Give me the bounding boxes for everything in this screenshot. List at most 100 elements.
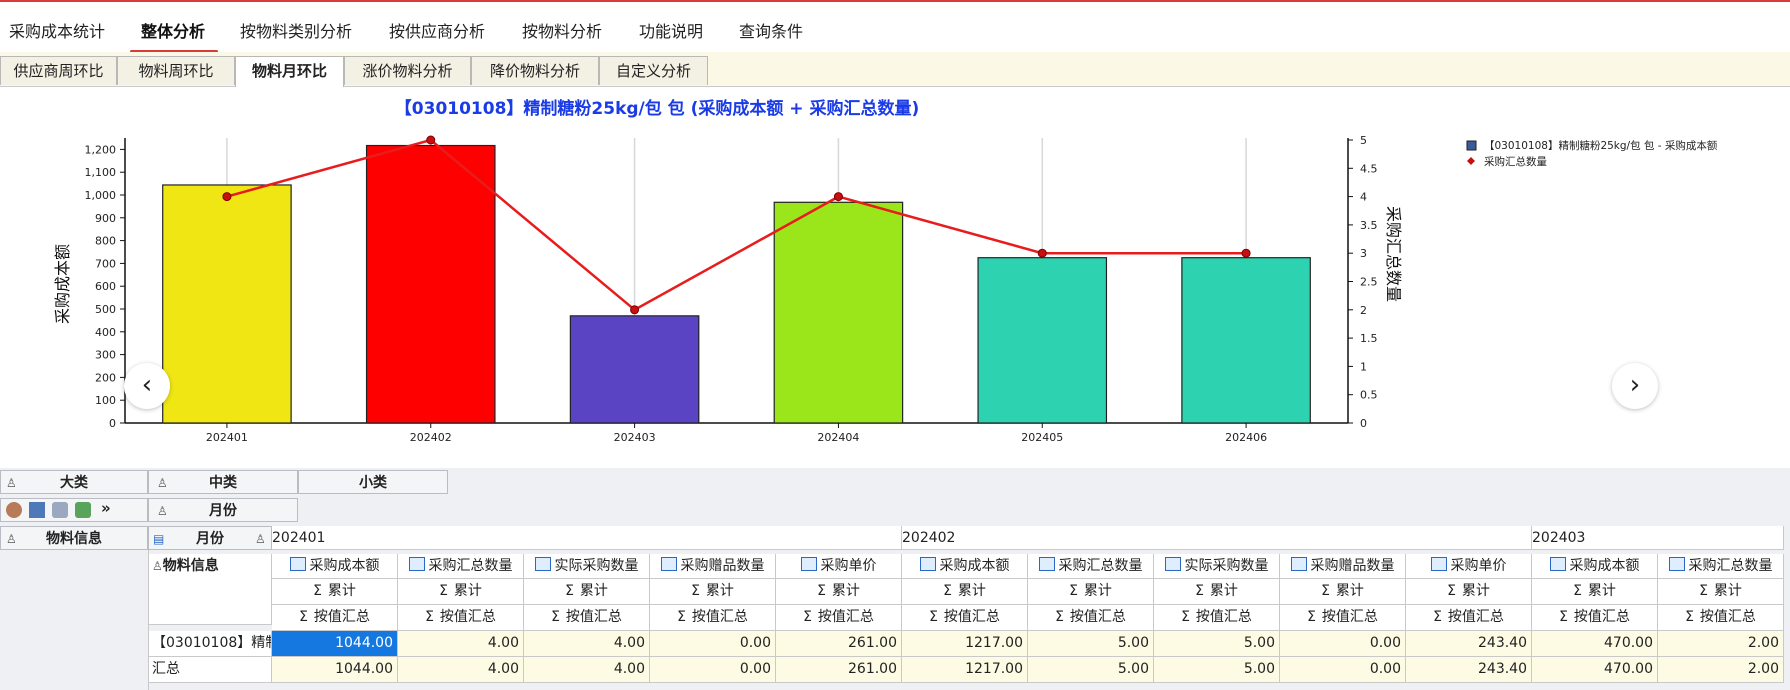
value-cell[interactable]: 5.00 bbox=[1154, 631, 1280, 657]
value-cell[interactable]: 243.40 bbox=[1406, 631, 1532, 657]
agg-label: 累计 bbox=[957, 583, 986, 599]
y2-tick-label: 5 bbox=[1360, 134, 1367, 147]
agg-by-value: Σ 按值汇总 bbox=[1280, 605, 1406, 631]
value-cell[interactable]: 0.00 bbox=[650, 631, 776, 657]
row-field-material[interactable]: ♙ 物料信息 bbox=[0, 526, 148, 550]
legend-swatch-line bbox=[1467, 157, 1475, 165]
tab-by-material[interactable]: 按物料分析 bbox=[522, 18, 602, 42]
value-cell[interactable]: 261.00 bbox=[776, 657, 902, 683]
value-cell-text: 4.00 bbox=[613, 635, 645, 651]
agg-cumulative: Σ 累计 bbox=[776, 579, 902, 605]
measure-icon bbox=[1038, 557, 1055, 571]
value-cell[interactable]: 470.00 bbox=[1532, 657, 1658, 683]
value-cell[interactable]: 2.00 bbox=[1658, 631, 1784, 657]
measure-header[interactable]: 采购赠品数量 bbox=[1280, 554, 1406, 579]
measure-icon bbox=[1164, 557, 1181, 571]
filter-field-minor[interactable]: 小类 bbox=[298, 470, 448, 494]
measure-header[interactable]: 采购成本额 bbox=[272, 554, 398, 579]
agg-label: 累计 bbox=[1083, 583, 1112, 599]
measure-icon bbox=[660, 557, 677, 571]
subtab-material-week[interactable]: 物料周环比 bbox=[117, 56, 235, 85]
agg-by-value: Σ 按值汇总 bbox=[902, 605, 1028, 631]
measure-header[interactable]: 采购成本额 bbox=[902, 554, 1028, 579]
value-cell[interactable]: 4.00 bbox=[524, 631, 650, 657]
value-cell[interactable]: 1044.00 bbox=[272, 631, 398, 657]
subtab-supplier-week[interactable]: 供应商周环比 bbox=[0, 56, 117, 85]
filter-field-middle[interactable]: ♙ 中类 bbox=[148, 470, 298, 494]
measure-header[interactable]: 实际采购数量 bbox=[524, 554, 650, 579]
agg-by-value: Σ 按值汇总 bbox=[650, 605, 776, 631]
sigma-icon: Σ bbox=[1321, 583, 1330, 599]
measure-header[interactable]: 实际采购数量 bbox=[1154, 554, 1280, 579]
filter-field-major[interactable]: ♙ 大类 bbox=[0, 470, 148, 494]
row-area-gutter bbox=[0, 550, 149, 690]
month-header[interactable]: 202401 bbox=[272, 526, 902, 550]
legend-label-bar: 【03010108】精制糖粉25kg/包 包 - 采购成本额 bbox=[1484, 139, 1718, 152]
measure-header[interactable]: 采购汇总数量 bbox=[1028, 554, 1154, 579]
agg-label: 累计 bbox=[831, 583, 860, 599]
measure-header[interactable]: 采购成本额 bbox=[1532, 554, 1658, 579]
value-cell[interactable]: 243.40 bbox=[1406, 657, 1532, 683]
subtab-material-month[interactable]: 物料月环比 bbox=[235, 56, 344, 87]
value-cell[interactable]: 1217.00 bbox=[902, 657, 1028, 683]
value-cell[interactable]: 470.00 bbox=[1532, 631, 1658, 657]
agg-cumulative: Σ 累计 bbox=[1028, 579, 1154, 605]
value-cell[interactable]: 261.00 bbox=[776, 631, 902, 657]
row-label-total[interactable]: 汇总 bbox=[148, 657, 272, 683]
value-cell-text: 4.00 bbox=[487, 661, 519, 677]
table-icon[interactable] bbox=[29, 502, 45, 518]
month-field-header[interactable]: ▤ 月份 ♙ bbox=[148, 526, 272, 550]
value-cell-text: 4.00 bbox=[487, 635, 519, 651]
value-cell[interactable]: 0.00 bbox=[1280, 631, 1406, 657]
measure-header[interactable]: 采购赠品数量 bbox=[650, 554, 776, 579]
user-icon[interactable] bbox=[6, 502, 22, 518]
tab-cost-stats[interactable]: 采购成本统计 bbox=[9, 18, 105, 42]
filter-icon[interactable] bbox=[52, 502, 68, 518]
tab-by-supplier[interactable]: 按供应商分析 bbox=[389, 18, 485, 42]
export-icon[interactable] bbox=[75, 502, 91, 518]
row-label-material[interactable]: 【03010108】精制糖粉25kg/包 包 bbox=[148, 631, 272, 657]
agg-label: 按值汇总 bbox=[1321, 609, 1378, 625]
next-chart-button[interactable]: › bbox=[1612, 363, 1658, 409]
row-label-total-text: 汇总 bbox=[152, 661, 180, 677]
agg-by-value: Σ 按值汇总 bbox=[272, 605, 398, 631]
value-cell[interactable]: 2.00 bbox=[1658, 657, 1784, 683]
chevron-left-icon: ‹ bbox=[141, 370, 153, 400]
prev-chart-button[interactable]: ‹ bbox=[124, 363, 170, 409]
tab-query-conditions[interactable]: 查询条件 bbox=[739, 18, 803, 42]
value-cell[interactable]: 5.00 bbox=[1028, 657, 1154, 683]
value-cell[interactable]: 4.00 bbox=[398, 631, 524, 657]
measure-header[interactable]: 采购汇总数量 bbox=[398, 554, 524, 579]
row-header-title: ♙物料信息 bbox=[148, 554, 272, 625]
value-cell[interactable]: 0.00 bbox=[1280, 657, 1406, 683]
y-tick-label: 700 bbox=[95, 257, 116, 270]
agg-cumulative: Σ 累计 bbox=[1154, 579, 1280, 605]
x-tick-label: 202401 bbox=[206, 431, 248, 444]
subtab-price-decrease[interactable]: 降价物料分析 bbox=[471, 56, 599, 85]
month-header[interactable]: 202402 bbox=[902, 526, 1532, 550]
value-cell[interactable]: 4.00 bbox=[398, 657, 524, 683]
month-header-text: 202401 bbox=[272, 530, 326, 546]
value-cell[interactable]: 5.00 bbox=[1154, 657, 1280, 683]
value-cell-text: 5.00 bbox=[1117, 635, 1149, 651]
value-cell[interactable]: 0.00 bbox=[650, 657, 776, 683]
measure-header[interactable]: 采购单价 bbox=[1406, 554, 1532, 579]
chevron-right-icon: › bbox=[1629, 370, 1641, 400]
measure-icon bbox=[534, 557, 551, 571]
month-header[interactable]: 202403 bbox=[1532, 526, 1784, 550]
tab-by-category[interactable]: 按物料类别分析 bbox=[240, 18, 352, 42]
value-cell[interactable]: 4.00 bbox=[524, 657, 650, 683]
value-cell[interactable]: 1044.00 bbox=[272, 657, 398, 683]
subtab-custom-analysis[interactable]: 自定义分析 bbox=[599, 56, 708, 85]
tab-overall-analysis[interactable]: 整体分析 bbox=[141, 18, 205, 42]
measure-label: 实际采购数量 bbox=[1184, 558, 1269, 574]
value-cell[interactable]: 1217.00 bbox=[902, 631, 1028, 657]
measure-header[interactable]: 采购单价 bbox=[776, 554, 902, 579]
agg-label: 按值汇总 bbox=[817, 609, 874, 625]
more-icon[interactable]: » bbox=[101, 499, 111, 517]
tab-help[interactable]: 功能说明 bbox=[639, 18, 703, 42]
measure-header[interactable]: 采购汇总数量 bbox=[1658, 554, 1784, 579]
column-field-month[interactable]: ♙ 月份 bbox=[148, 498, 298, 522]
value-cell[interactable]: 5.00 bbox=[1028, 631, 1154, 657]
subtab-price-increase[interactable]: 涨价物料分析 bbox=[344, 56, 471, 85]
